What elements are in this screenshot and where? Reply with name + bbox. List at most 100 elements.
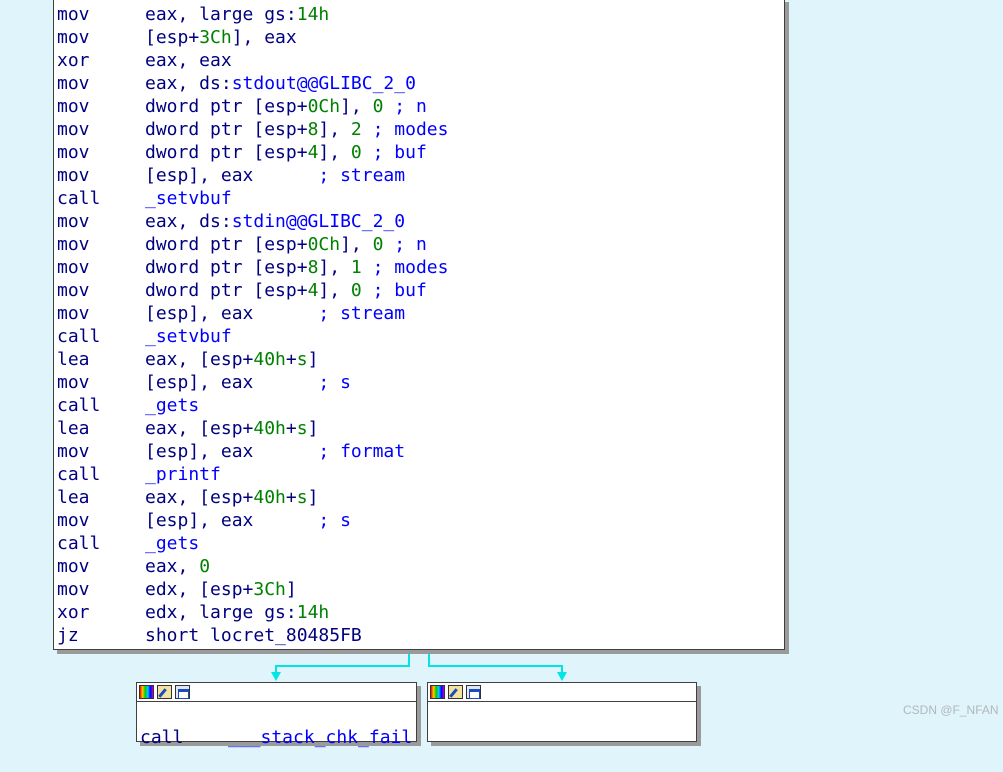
operand-token-num: 14h	[296, 602, 330, 623]
operand-token-reg: ],	[318, 257, 351, 278]
operand-token-reg: +	[285, 418, 297, 439]
instruction-operands: eax, 0	[145, 555, 210, 578]
instruction-mnemonic: call	[57, 533, 101, 554]
operand-token-num: 3Ch	[199, 27, 232, 48]
operand-token-num: 3Ch	[253, 579, 286, 600]
basic-block-main[interactable]: mov eax, large gs:14h mov [esp+3Ch], eax xor…	[53, 0, 785, 650]
operand-token-num: 0	[350, 142, 362, 163]
graph-view-icon[interactable]	[466, 685, 481, 699]
operand-token-num: 40h	[253, 418, 286, 439]
operand-token-cmt: ; stream	[318, 165, 406, 186]
instruction-mnemonic: mov	[57, 234, 90, 255]
operand-token-reg: [esp], eax	[145, 372, 319, 393]
edge-false-arrowhead	[271, 672, 281, 681]
operand-token-num: 40h	[253, 349, 286, 370]
operand-token-num: 1	[350, 257, 362, 278]
operand-token-cmt: ; n	[383, 234, 427, 255]
operand-token-cmt: ; stream	[318, 303, 406, 324]
instruction-mnemonic: xor	[57, 602, 90, 623]
operand-token-reg: eax, eax	[145, 50, 232, 71]
operand-token-num: 0	[199, 556, 211, 577]
instruction-operands: dword ptr [esp+4], 0 ; buf	[145, 141, 427, 164]
operand-token-sym[interactable]: _setvbuf	[145, 326, 232, 347]
operand-token-reg: dword ptr [esp+	[145, 280, 308, 301]
instruction-mnemonic: mov	[57, 4, 90, 25]
instruction-operands: [esp], eax ; s	[145, 509, 351, 532]
graph-view-icon[interactable]	[175, 685, 190, 699]
operand-token-sym[interactable]: _setvbuf	[145, 188, 232, 209]
instruction-operands: eax, large gs:14h	[145, 3, 329, 26]
edge-true-arrowhead	[557, 672, 567, 681]
operand-token-reg: edx, large	[145, 602, 265, 623]
instruction-mnemonic: call	[140, 727, 184, 748]
color-palette-icon[interactable]	[139, 685, 154, 699]
operand-token-reg: [esp], eax	[145, 165, 319, 186]
instruction-operands: dword ptr [esp+8], 2 ; modes	[145, 118, 448, 141]
operand-token-sym[interactable]: _printf	[145, 464, 221, 485]
instruction-operands: dword ptr [esp+0Ch], 0 ; n	[145, 95, 427, 118]
operand-token-reg: +	[285, 349, 297, 370]
operand-token-sym[interactable]: _gets	[145, 533, 199, 554]
operand-token-num: 0	[372, 234, 384, 255]
instruction-mnemonic: jz	[57, 625, 79, 646]
instruction-operands: short locret_80485FB	[145, 624, 362, 647]
color-palette-icon[interactable]	[430, 685, 445, 699]
operand-token-num: 0	[372, 96, 384, 117]
operand-token-reg: eax,	[145, 556, 200, 577]
operand-token-reg: +	[285, 487, 297, 508]
instruction-mnemonic: lea	[57, 418, 90, 439]
operand-token-sym[interactable]: stdout@@GLIBC_2_0	[232, 73, 416, 94]
operand-token-num: 0Ch	[307, 234, 341, 255]
operand-token-reg: ],	[318, 119, 351, 140]
operand-token-reg: [esp], eax	[145, 303, 319, 324]
instruction-operands: [esp+3Ch], eax	[145, 26, 297, 49]
basic-block-locret[interactable]	[427, 682, 697, 742]
operand-token-reg: ]	[307, 349, 319, 370]
edge-false-branch[interactable]	[275, 652, 410, 675]
operand-token-cmt: ; modes	[361, 119, 449, 140]
instruction-mnemonic: lea	[57, 349, 90, 370]
operand-token-cmt: ; buf	[361, 280, 427, 301]
operand-token-num: 8	[307, 119, 319, 140]
block-header	[428, 683, 696, 702]
instruction-operands: eax, [esp+40h+s]	[145, 348, 318, 371]
operand-token-reg: ],	[340, 96, 373, 117]
operand-token-sym[interactable]: _gets	[145, 395, 199, 416]
edit-pencil-icon[interactable]	[448, 685, 463, 699]
instruction-operands: dword ptr [esp+4], 0 ; buf	[145, 279, 427, 302]
operand-token-reg: eax, [esp+	[145, 487, 254, 508]
basic-block-stack-chk-fail[interactable]: call ___stack_chk_fail	[136, 682, 417, 748]
operand-token-num: 0Ch	[307, 96, 341, 117]
instruction-mnemonic: mov	[57, 73, 90, 94]
operand-token-reg: ],	[340, 234, 373, 255]
instruction-mnemonic: mov	[57, 280, 90, 301]
operand-token-reg: [esp], eax	[145, 510, 319, 531]
operand-token-cmt: ; n	[383, 96, 427, 117]
operand-token-reg: eax, ds:	[145, 73, 232, 94]
block-header	[137, 683, 416, 702]
instruction-operands: dword ptr [esp+0Ch], 0 ; n	[145, 233, 427, 256]
edge-true-branch[interactable]	[428, 652, 563, 675]
operand-token-cmt: ; s	[318, 510, 351, 531]
instruction-mnemonic: mov	[57, 556, 90, 577]
instruction-mnemonic: mov	[57, 27, 90, 48]
operand-token-sym[interactable]: stdin@@GLIBC_2_0	[232, 211, 405, 232]
instruction-mnemonic: mov	[57, 257, 90, 278]
instruction-operands: _setvbuf	[145, 187, 232, 210]
instruction-operands: _printf	[145, 463, 221, 486]
operand-token-reg: ]	[285, 579, 297, 600]
instruction-operands: eax, [esp+40h+s]	[145, 486, 318, 509]
operand-token-num: 4	[307, 142, 319, 163]
instruction-line[interactable]: call ___stack_chk_fail	[140, 703, 412, 748]
instruction-mnemonic: call	[57, 464, 101, 485]
watermark: CSDN @F_NFAN	[903, 703, 999, 717]
instruction-mnemonic: call	[57, 188, 101, 209]
operand-token-reg: gs:	[264, 4, 297, 25]
instruction-operand[interactable]: ___stack_chk_fail	[228, 726, 412, 749]
edit-pencil-icon[interactable]	[157, 685, 172, 699]
instruction-operands: [esp], eax ; format	[145, 440, 405, 463]
instruction-operands: edx, [esp+3Ch]	[145, 578, 297, 601]
instruction-mnemonic: call	[57, 326, 101, 347]
operand-token-num: 40h	[253, 487, 286, 508]
instruction-operands: [esp], eax ; s	[145, 371, 351, 394]
